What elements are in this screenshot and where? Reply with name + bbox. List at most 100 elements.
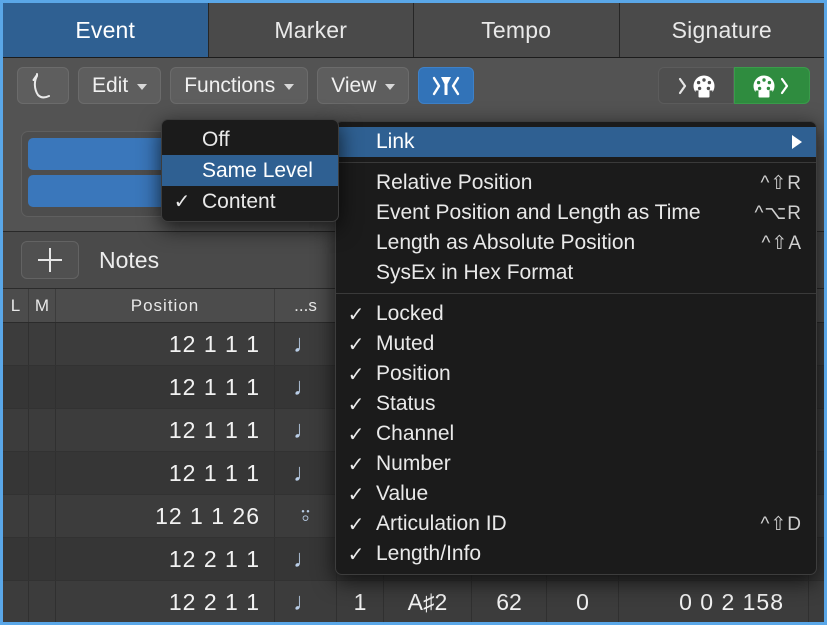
view-dropdown-menu: Link Relative Position ^⇧R Event Position a… [335,121,817,575]
view-menu-label: View [331,73,377,97]
cell-length[interactable]: 0 0 2 158 [619,581,809,622]
menu-item-label: Same Level [202,158,313,182]
menu-item[interactable]: Event Position and Length as Time ^⌥R [336,198,816,228]
cell-number[interactable]: A♯2 [384,581,472,622]
menu-item[interactable]: ✓ Position [336,359,816,389]
cell-status[interactable]: ♩ [275,366,337,408]
cell-muted[interactable] [29,538,56,580]
cell-status[interactable]: ♩ [275,538,337,580]
cell-articulation[interactable]: 0 [547,581,619,622]
note-glyph-icon: ♩ [293,415,318,444]
cell-position[interactable]: 12 1 1 1 [56,323,275,365]
tab-label: Marker [274,16,348,43]
checkmark-icon: ✓ [173,191,191,213]
menu-item[interactable]: Off [162,124,338,155]
menu-item-label: Off [202,127,230,151]
toolbar: Edit Functions View [3,58,824,113]
tab-marker[interactable]: Marker [208,3,414,57]
menu-item[interactable]: Link [336,127,816,157]
cell-status[interactable]: ♩ [275,581,337,622]
note-glyph-icon: ♩ [293,458,318,487]
column-header-position[interactable]: Position [56,289,275,322]
menu-item[interactable]: ✓ Locked [336,299,816,329]
cell-locked[interactable] [3,495,29,537]
cell-muted[interactable] [29,366,56,408]
funnel-in-out-icon [433,76,460,95]
catch-playhead-button[interactable] [17,67,69,104]
cell-muted[interactable] [29,495,56,537]
tab-tempo[interactable]: Tempo [414,3,620,57]
cell-position[interactable]: 12 1 1 1 [56,452,275,494]
checkmark-icon: ✓ [347,423,365,446]
menu-item[interactable]: ✓ Channel [336,419,816,449]
menu-item[interactable]: Length as Absolute Position ^⇧A [336,228,816,258]
checkmark-icon: ✓ [347,513,365,536]
menu-item[interactable]: Relative Position ^⇧R [336,168,816,198]
column-header-l[interactable]: L [3,289,29,322]
midi-in-button[interactable] [658,67,734,104]
midi-out-button[interactable] [734,67,810,104]
menu-item-label: Event Position and Length as Time [376,201,701,224]
menu-item[interactable]: ✓ Number [336,449,816,479]
menu-item[interactable]: SysEx in Hex Format [336,258,816,288]
cell-position[interactable]: 12 1 1 1 [56,409,275,451]
cell-locked[interactable] [3,409,29,451]
note-glyph-icon: ⍤ [297,501,313,530]
cell-status[interactable]: ♩ [275,452,337,494]
tab-signature[interactable]: Signature [619,3,824,57]
cell-muted[interactable] [29,323,56,365]
cell-position[interactable]: 12 2 1 1 [56,538,275,580]
link-submenu: Off Same Level ✓ Content [161,119,339,222]
menu-item-label: Muted [376,332,435,355]
add-event-button[interactable] [21,241,79,279]
menu-item[interactable]: ✓ Muted [336,329,816,359]
menu-item[interactable]: ✓ Value [336,479,816,509]
cell-value[interactable]: 62 [472,581,547,622]
cell-locked[interactable] [3,366,29,408]
tab-label: Signature [671,16,772,43]
column-header-status[interactable]: ...s [275,289,337,322]
menu-item[interactable]: ✓ Content [162,186,338,217]
checkmark-icon: ✓ [347,543,365,566]
menu-item-label: SysEx in Hex Format [376,261,574,284]
menu-item[interactable]: ✓ Length/Info [336,539,816,569]
cell-muted[interactable] [29,581,56,622]
cell-locked[interactable] [3,538,29,580]
cell-position[interactable]: 12 1 1 1 [56,366,275,408]
functions-menu-label: Functions [184,73,276,97]
menu-item-label: Length/Info [376,542,482,565]
cell-position[interactable]: 12 2 1 1 [56,581,275,622]
menu-item[interactable]: ✓ Status [336,389,816,419]
column-header-m[interactable]: M [29,289,56,322]
menu-item-shortcut: ^⇧R [760,172,802,194]
view-menu-button[interactable]: View [317,67,410,104]
menu-item-shortcut: ^⇧D [760,513,802,535]
cell-locked[interactable] [3,452,29,494]
midi-io-group [658,67,810,104]
cell-status[interactable]: ♩ [275,323,337,365]
cell-locked[interactable] [3,581,29,622]
cell-muted[interactable] [29,452,56,494]
checkmark-icon: ✓ [347,333,365,356]
cell-muted[interactable] [29,409,56,451]
menu-separator [336,162,816,163]
cell-position[interactable]: 12 1 1 26 [56,495,275,537]
checkmark-icon: ✓ [347,363,365,386]
cell-status[interactable]: ⍤ [275,495,337,537]
menu-item[interactable]: Same Level [162,155,338,186]
tab-event[interactable]: Event [3,3,209,57]
menu-item[interactable]: ✓ Articulation ID ^⇧D [336,509,816,539]
edit-menu-button[interactable]: Edit [78,67,162,104]
checkmark-icon: ✓ [347,453,365,476]
chevron-down-icon [284,83,295,90]
menu-item-label: Length as Absolute Position [376,231,636,254]
cell-status[interactable]: ♩ [275,409,337,451]
cell-channel[interactable]: 1 [337,581,384,622]
functions-menu-button[interactable]: Functions [170,67,309,104]
cell-locked[interactable] [3,323,29,365]
edit-menu-label: Edit [92,73,129,97]
event-filter-button[interactable] [418,67,475,104]
menu-item-label: Link [376,130,415,153]
menu-item-label: Number [376,452,451,475]
table-row[interactable]: 12 2 1 1 ♩ 1 A♯2 62 0 0 0 2 158 [3,581,824,622]
